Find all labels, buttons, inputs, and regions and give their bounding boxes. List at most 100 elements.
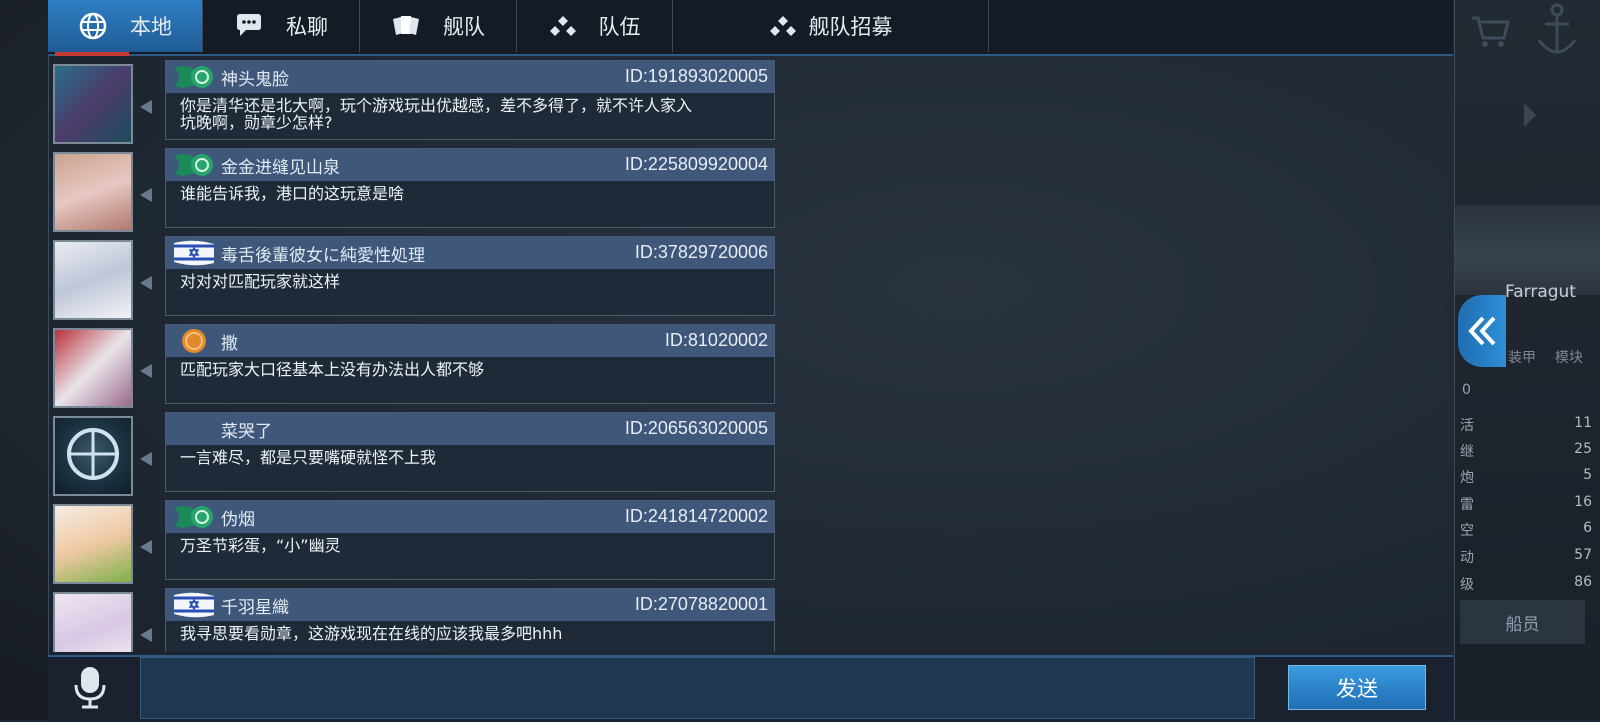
- list-item: 撒 ID:81020002 匹配玩家大口径基本上没有办法出人都不够: [48, 322, 788, 408]
- anchor-icon[interactable]: [1535, 2, 1579, 62]
- user-name[interactable]: 撒: [221, 329, 238, 354]
- message-bubble: 千羽星織 ID:27078820001 我寻思要看勋章，这游戏现在在线的应该我最…: [165, 588, 775, 652]
- tab-label: 舰队招募: [808, 15, 893, 39]
- message-header: 毒舌後輩彼女に純愛性処理 ID:37829720006: [166, 237, 774, 269]
- avatar[interactable]: [53, 504, 133, 584]
- stat-value: 25: [1574, 441, 1592, 457]
- stat-value: 86: [1574, 574, 1592, 590]
- message-list[interactable]: 神头鬼脸 ID:191893020005 你是清华还是北大啊，玩个游戏玩出优越感…: [48, 58, 788, 652]
- message-header: 神头鬼脸 ID:191893020005: [166, 61, 774, 93]
- message-input[interactable]: [140, 657, 1255, 719]
- ship-name: Farragut: [1505, 282, 1576, 302]
- message-text: 你是清华还是北大啊，玩个游戏玩出优越感，差不多得了，就不许人家入坑晚啊，勋章少怎…: [180, 96, 693, 132]
- orange-medal-icon: [182, 329, 206, 353]
- shop-cart-icon[interactable]: [1468, 10, 1512, 50]
- zero-value: 0: [1462, 382, 1471, 398]
- avatar[interactable]: [53, 328, 133, 408]
- message-bubble: 金金进缝见山泉 ID:225809920004 谁能告诉我，港口的这玩意是啥: [165, 148, 775, 228]
- stat-label: 空: [1460, 523, 1474, 539]
- double-chevron-left-icon: [1468, 316, 1496, 346]
- user-id: ID:191893020005: [624, 66, 768, 86]
- microphone-icon[interactable]: [70, 665, 110, 710]
- crew-button[interactable]: 船员: [1460, 600, 1585, 644]
- list-item: 伪烟 ID:241814720002 万圣节彩蛋，“小”幽灵: [48, 498, 788, 584]
- message-header: 千羽星織 ID:27078820001: [166, 589, 774, 621]
- user-id: ID:81020002: [664, 330, 768, 350]
- stat-label: 级: [1460, 577, 1474, 593]
- tab-fleet[interactable]: 舰队: [360, 0, 517, 52]
- message-header: 金金进缝见山泉 ID:225809920004: [166, 149, 774, 181]
- team-dots-icon: [549, 14, 577, 38]
- user-name[interactable]: 毒舌後輩彼女に純愛性処理: [221, 241, 425, 266]
- globe-icon: [78, 11, 108, 41]
- message-text: 一言难尽，都是只要嘴硬就怪不上我: [180, 448, 437, 467]
- stat-value: 5: [1583, 467, 1592, 483]
- send-button[interactable]: 发送: [1288, 665, 1426, 710]
- bubble-pointer: [140, 628, 152, 642]
- tab-label: 本地: [130, 15, 172, 39]
- tab-label: 私聊: [286, 15, 328, 39]
- stat-value: 16: [1574, 494, 1592, 510]
- tab-local[interactable]: 本地: [48, 0, 203, 52]
- tab-fleet-recruit[interactable]: 舰队招募: [673, 0, 989, 52]
- user-name[interactable]: 金金进缝见山泉: [221, 153, 340, 178]
- armor-label: 装甲: [1508, 350, 1536, 366]
- message-text: 对对对匹配玩家就这样: [180, 272, 341, 291]
- user-name[interactable]: 神头鬼脸: [221, 65, 289, 90]
- tab-private-chat[interactable]: 私聊: [203, 0, 360, 52]
- message-text: 我寻思要看勋章，这游戏现在在线的应该我最多吧hhh: [180, 624, 563, 643]
- user-id: ID:37829720006: [634, 242, 768, 262]
- stat-label: 活: [1460, 418, 1474, 434]
- israel-flag-icon: [174, 592, 214, 618]
- list-item: 菜哭了 ID:206563020005 一言难尽，都是只要嘴硬就怪不上我: [48, 410, 788, 496]
- module-label: 模块: [1555, 350, 1583, 366]
- user-id: ID:225809920004: [624, 154, 768, 174]
- bubble-pointer: [140, 540, 152, 554]
- tab-label: 队伍: [598, 15, 641, 39]
- user-id: ID:241814720002: [624, 506, 768, 526]
- bubble-pointer: [140, 364, 152, 378]
- green-emblem-icon: [174, 66, 213, 88]
- avatar[interactable]: [53, 64, 133, 144]
- message-text: 谁能告诉我，港口的这玩意是啥: [180, 184, 405, 203]
- avatar[interactable]: [53, 152, 133, 232]
- list-item: 毒舌後輩彼女に純愛性処理 ID:37829720006 对对对匹配玩家就这样: [48, 234, 788, 320]
- bubble-pointer: [140, 452, 152, 466]
- avatar[interactable]: [53, 416, 133, 496]
- message-bubble: 毒舌後輩彼女に純愛性処理 ID:37829720006 对对对匹配玩家就这样: [165, 236, 775, 316]
- message-bubble: 神头鬼脸 ID:191893020005 你是清华还是北大啊，玩个游戏玩出优越感…: [165, 60, 775, 140]
- tab-team[interactable]: 队伍: [517, 0, 673, 52]
- chat-tab-bar: 本地 私聊 舰队 队伍 舰队招募: [48, 0, 1453, 56]
- green-emblem-icon: [174, 154, 213, 176]
- user-name[interactable]: 菜哭了: [221, 417, 272, 442]
- stat-label: 雷: [1460, 497, 1474, 513]
- stat-label: 炮: [1460, 470, 1474, 486]
- bubble-pointer: [140, 188, 152, 202]
- avatar[interactable]: [53, 592, 133, 652]
- user-name[interactable]: 伪烟: [221, 505, 255, 530]
- user-id: ID:27078820001: [634, 594, 768, 614]
- user-name[interactable]: 千羽星織: [221, 593, 289, 618]
- team-dots-icon: [769, 14, 797, 38]
- bubble-pointer: [140, 276, 152, 290]
- next-arrow-icon[interactable]: [1520, 100, 1540, 130]
- bubble-pointer: [140, 100, 152, 114]
- crosshair-icon: [67, 428, 119, 480]
- message-bubble: 撒 ID:81020002 匹配玩家大口径基本上没有办法出人都不够: [165, 324, 775, 404]
- collapse-panel-button[interactable]: [1458, 295, 1506, 367]
- stat-label: 继: [1460, 444, 1474, 460]
- message-header: 菜哭了 ID:206563020005: [166, 413, 774, 445]
- israel-flag-icon: [174, 240, 214, 266]
- scroll-top-indicator: [55, 52, 129, 56]
- message-text: 万圣节彩蛋，“小”幽灵: [180, 536, 341, 555]
- list-item: 千羽星織 ID:27078820001 我寻思要看勋章，这游戏现在在线的应该我最…: [48, 586, 788, 652]
- message-header: 撒 ID:81020002: [166, 325, 774, 357]
- list-item: 神头鬼脸 ID:191893020005 你是清华还是北大啊，玩个游戏玩出优越感…: [48, 58, 788, 144]
- message-bubble: 伪烟 ID:241814720002 万圣节彩蛋，“小”幽灵: [165, 500, 775, 580]
- green-emblem-icon: [174, 506, 213, 528]
- chat-bubble-icon: [234, 13, 264, 39]
- stat-label: 动: [1460, 550, 1474, 566]
- stat-value: 57: [1574, 547, 1592, 563]
- message-text: 匹配玩家大口径基本上没有办法出人都不够: [180, 360, 485, 379]
- avatar[interactable]: [53, 240, 133, 320]
